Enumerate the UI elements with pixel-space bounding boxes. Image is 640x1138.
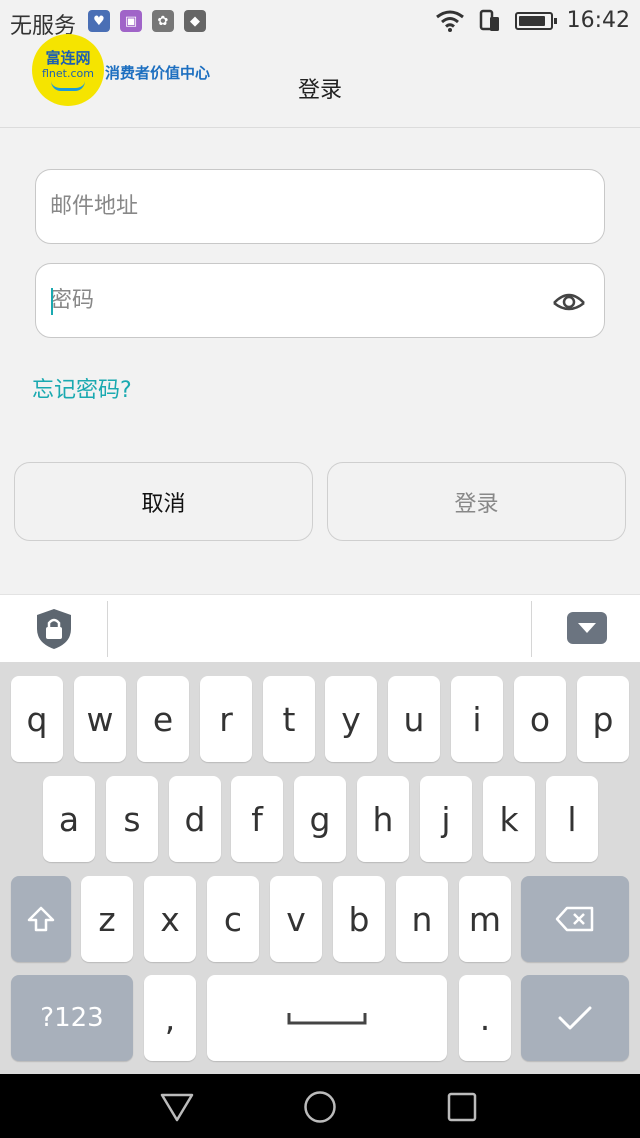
symbols-key[interactable]: ?123 <box>11 975 133 1061</box>
password-field[interactable] <box>50 264 530 337</box>
key-b[interactable]: b <box>333 876 385 962</box>
key-k[interactable]: k <box>483 776 535 862</box>
period-key[interactable]: . <box>459 975 511 1061</box>
huawei-icon: ✿ <box>152 10 174 32</box>
email-field-container[interactable] <box>35 169 605 244</box>
watermark-logo: 富连网 flnet.com <box>32 34 104 106</box>
gallery-icon: ▣ <box>120 10 142 32</box>
recents-square-icon <box>447 1092 477 1122</box>
system-nav-bar <box>0 1074 640 1138</box>
toolbar-divider <box>531 601 532 657</box>
key-m[interactable]: m <box>459 876 511 962</box>
key-g[interactable]: g <box>294 776 346 862</box>
key-h[interactable]: h <box>357 776 409 862</box>
password-field-container[interactable] <box>35 263 605 338</box>
space-key[interactable] <box>207 975 447 1061</box>
login-button[interactable]: 登录 <box>327 462 626 541</box>
watermark-tagline: 消费者价值中心 <box>105 64 211 82</box>
key-x[interactable]: x <box>144 876 196 962</box>
key-n[interactable]: n <box>396 876 448 962</box>
key-i[interactable]: i <box>451 676 503 762</box>
key-v[interactable]: v <box>270 876 322 962</box>
home-button[interactable] <box>303 1090 337 1124</box>
comma-key[interactable]: , <box>144 975 196 1061</box>
status-time: 16:42 <box>566 8 630 33</box>
key-s[interactable]: s <box>106 776 158 862</box>
health-icon: ♥ <box>88 10 110 32</box>
email-field[interactable] <box>50 170 530 243</box>
back-button[interactable] <box>160 1090 194 1124</box>
hide-keyboard-button[interactable] <box>567 612 607 644</box>
key-p[interactable]: p <box>577 676 629 762</box>
logo-english-text: flnet.com <box>42 67 94 80</box>
space-bar-icon <box>287 1013 367 1025</box>
shift-arrow-icon <box>27 906 55 932</box>
status-right: 16:42 <box>435 8 630 33</box>
sim-icon <box>479 9 499 31</box>
logo-chinese-text: 富连网 <box>45 49 91 67</box>
key-f[interactable]: f <box>231 776 283 862</box>
back-triangle-icon <box>160 1093 194 1122</box>
forgot-password-link[interactable]: 忘记密码? <box>32 372 132 404</box>
shift-key[interactable] <box>11 876 71 962</box>
cancel-button[interactable]: 取消 <box>14 462 313 541</box>
key-w[interactable]: w <box>74 676 126 762</box>
vpn-icon: ◆ <box>184 10 206 32</box>
status-bar: 无服务 ♥ ▣ ✿ ◆ 16:42 <box>0 0 640 46</box>
notification-icons: ♥ ▣ ✿ ◆ <box>88 10 206 32</box>
toolbar-divider <box>107 601 108 657</box>
key-a[interactable]: a <box>43 776 95 862</box>
backspace-icon <box>555 906 594 932</box>
backspace-key[interactable] <box>521 876 629 962</box>
soft-keyboard: q w e r t y u i o p a s d f g h j k l z … <box>0 662 640 1074</box>
key-e[interactable]: e <box>137 676 189 762</box>
home-circle-icon <box>304 1091 336 1123</box>
key-d[interactable]: d <box>169 776 221 862</box>
done-key[interactable] <box>521 975 629 1061</box>
logo-smile-mark <box>51 81 85 91</box>
checkmark-icon <box>558 1006 592 1030</box>
show-password-eye-icon[interactable] <box>552 284 586 318</box>
key-c[interactable]: c <box>207 876 259 962</box>
key-r[interactable]: r <box>200 676 252 762</box>
secure-keyboard-shield-icon <box>37 609 71 649</box>
recents-button[interactable] <box>445 1090 479 1124</box>
key-u[interactable]: u <box>388 676 440 762</box>
battery-fill <box>518 15 545 26</box>
key-y[interactable]: y <box>325 676 377 762</box>
key-z[interactable]: z <box>81 876 133 962</box>
chevron-down-icon <box>578 623 596 633</box>
battery-icon <box>514 11 557 30</box>
text-cursor <box>51 288 53 315</box>
key-j[interactable]: j <box>420 776 472 862</box>
keyboard-toolbar <box>0 594 640 662</box>
key-l[interactable]: l <box>546 776 598 862</box>
wifi-icon <box>435 10 464 32</box>
key-t[interactable]: t <box>263 676 315 762</box>
key-q[interactable]: q <box>11 676 63 762</box>
key-o[interactable]: o <box>514 676 566 762</box>
